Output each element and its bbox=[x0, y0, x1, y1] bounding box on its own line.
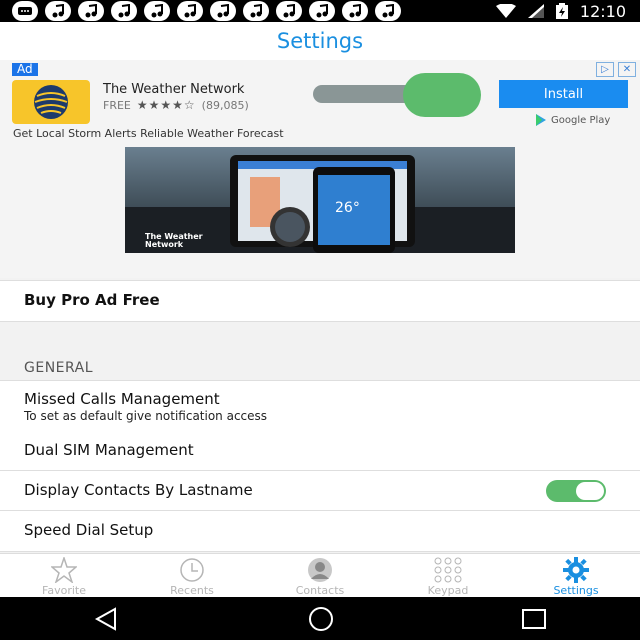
ad-image-logo-line2: Network bbox=[145, 240, 184, 249]
tab-contacts-label: Contacts bbox=[295, 584, 345, 597]
ad-info-icon[interactable]: ▷ bbox=[596, 62, 614, 77]
display-lastname-label: Display Contacts By Lastname bbox=[24, 481, 253, 499]
ad-image[interactable]: 26° The Weather Network bbox=[125, 147, 515, 253]
gear-icon bbox=[563, 557, 589, 583]
tab-recents-label: Recents bbox=[170, 584, 214, 597]
ad-badge: Ad bbox=[12, 63, 38, 76]
missed-calls-subtitle: To set as default give notification acce… bbox=[24, 409, 268, 423]
message-icon bbox=[12, 1, 38, 21]
keypad-icon bbox=[434, 557, 462, 583]
ad-slider-knob[interactable] bbox=[403, 73, 481, 117]
person-icon bbox=[308, 558, 332, 582]
music-note-icon bbox=[144, 1, 170, 21]
close-icon[interactable]: ✕ bbox=[618, 62, 636, 77]
rating-stars: ★★★★☆ bbox=[136, 98, 196, 112]
dual-sim-row[interactable]: Dual SIM Management bbox=[0, 432, 640, 471]
music-note-icon bbox=[243, 1, 269, 21]
tab-contacts[interactable]: Contacts bbox=[256, 554, 384, 598]
missed-calls-title: Missed Calls Management bbox=[24, 390, 220, 408]
recent-apps-icon[interactable] bbox=[521, 608, 547, 630]
tab-favorite[interactable]: Favorite bbox=[0, 554, 128, 598]
header: Settings bbox=[0, 22, 640, 60]
ad-app-name[interactable]: The Weather Network bbox=[103, 82, 244, 97]
buy-pro-row[interactable]: Buy Pro Ad Free bbox=[0, 280, 640, 322]
app-logo-icon[interactable] bbox=[12, 80, 90, 124]
home-icon[interactable] bbox=[307, 605, 335, 633]
rating-count: (89,085) bbox=[201, 98, 249, 112]
google-play-badge: Google Play bbox=[535, 114, 610, 126]
clock-icon bbox=[180, 558, 204, 582]
system-nav-bar bbox=[0, 597, 640, 640]
dual-sim-label: Dual SIM Management bbox=[24, 441, 194, 459]
music-note-icon bbox=[111, 1, 137, 21]
ad-app-meta: FREE ★★★★☆ (89,085) bbox=[103, 98, 249, 112]
buy-pro-label: Buy Pro Ad Free bbox=[24, 291, 160, 309]
section-general-header: GENERAL bbox=[24, 360, 94, 376]
speed-dial-row[interactable]: Speed Dial Setup bbox=[0, 511, 640, 552]
tab-recents[interactable]: Recents bbox=[128, 554, 256, 598]
lastname-toggle[interactable] bbox=[546, 480, 606, 502]
google-play-icon bbox=[536, 114, 546, 126]
ad-price: FREE bbox=[103, 98, 131, 112]
install-button[interactable]: Install bbox=[499, 80, 628, 108]
ad-tagline: Get Local Storm Alerts Reliable Weather … bbox=[13, 127, 284, 140]
clock-time: 12:10 bbox=[579, 1, 626, 21]
ad-image-temp: 26° bbox=[335, 200, 360, 216]
tab-keypad-label: Keypad bbox=[427, 584, 469, 597]
notification-icons bbox=[12, 1, 401, 21]
tab-settings[interactable]: Settings bbox=[512, 554, 640, 598]
ad-choices[interactable]: ▷ ✕ bbox=[596, 62, 636, 77]
tab-favorite-label: Favorite bbox=[42, 584, 86, 597]
ad-image-logo: The Weather Network bbox=[145, 233, 203, 249]
music-note-icon bbox=[210, 1, 236, 21]
toggle-knob bbox=[576, 482, 604, 500]
ad-banner[interactable]: Ad ▷ ✕ The Weather Network FREE ★★★★☆ (8… bbox=[0, 60, 640, 278]
music-note-icon bbox=[276, 1, 302, 21]
tab-settings-label: Settings bbox=[553, 584, 599, 597]
music-note-icon bbox=[342, 1, 368, 21]
music-note-icon bbox=[309, 1, 335, 21]
back-icon[interactable] bbox=[93, 606, 121, 631]
missed-calls-row[interactable]: Missed Calls Management To set as defaul… bbox=[0, 380, 640, 433]
page-title: Settings bbox=[276, 29, 364, 53]
wifi-icon bbox=[495, 4, 516, 18]
speed-dial-label: Speed Dial Setup bbox=[24, 521, 154, 539]
store-label: Google Play bbox=[551, 114, 611, 126]
tab-bar: Favorite Recents Contacts Keypad Setting… bbox=[0, 553, 640, 598]
tab-keypad[interactable]: Keypad bbox=[384, 554, 512, 598]
star-icon bbox=[51, 557, 77, 583]
music-note-icon bbox=[45, 1, 71, 21]
battery-charging-icon bbox=[555, 3, 568, 19]
music-note-icon bbox=[177, 1, 203, 21]
music-note-icon bbox=[375, 1, 401, 21]
status-bar: 12:10 bbox=[0, 0, 640, 22]
music-note-icon bbox=[78, 1, 104, 21]
display-lastname-row[interactable]: Display Contacts By Lastname bbox=[0, 471, 640, 511]
signal-icon bbox=[527, 4, 544, 18]
status-right: 12:10 bbox=[495, 0, 626, 22]
